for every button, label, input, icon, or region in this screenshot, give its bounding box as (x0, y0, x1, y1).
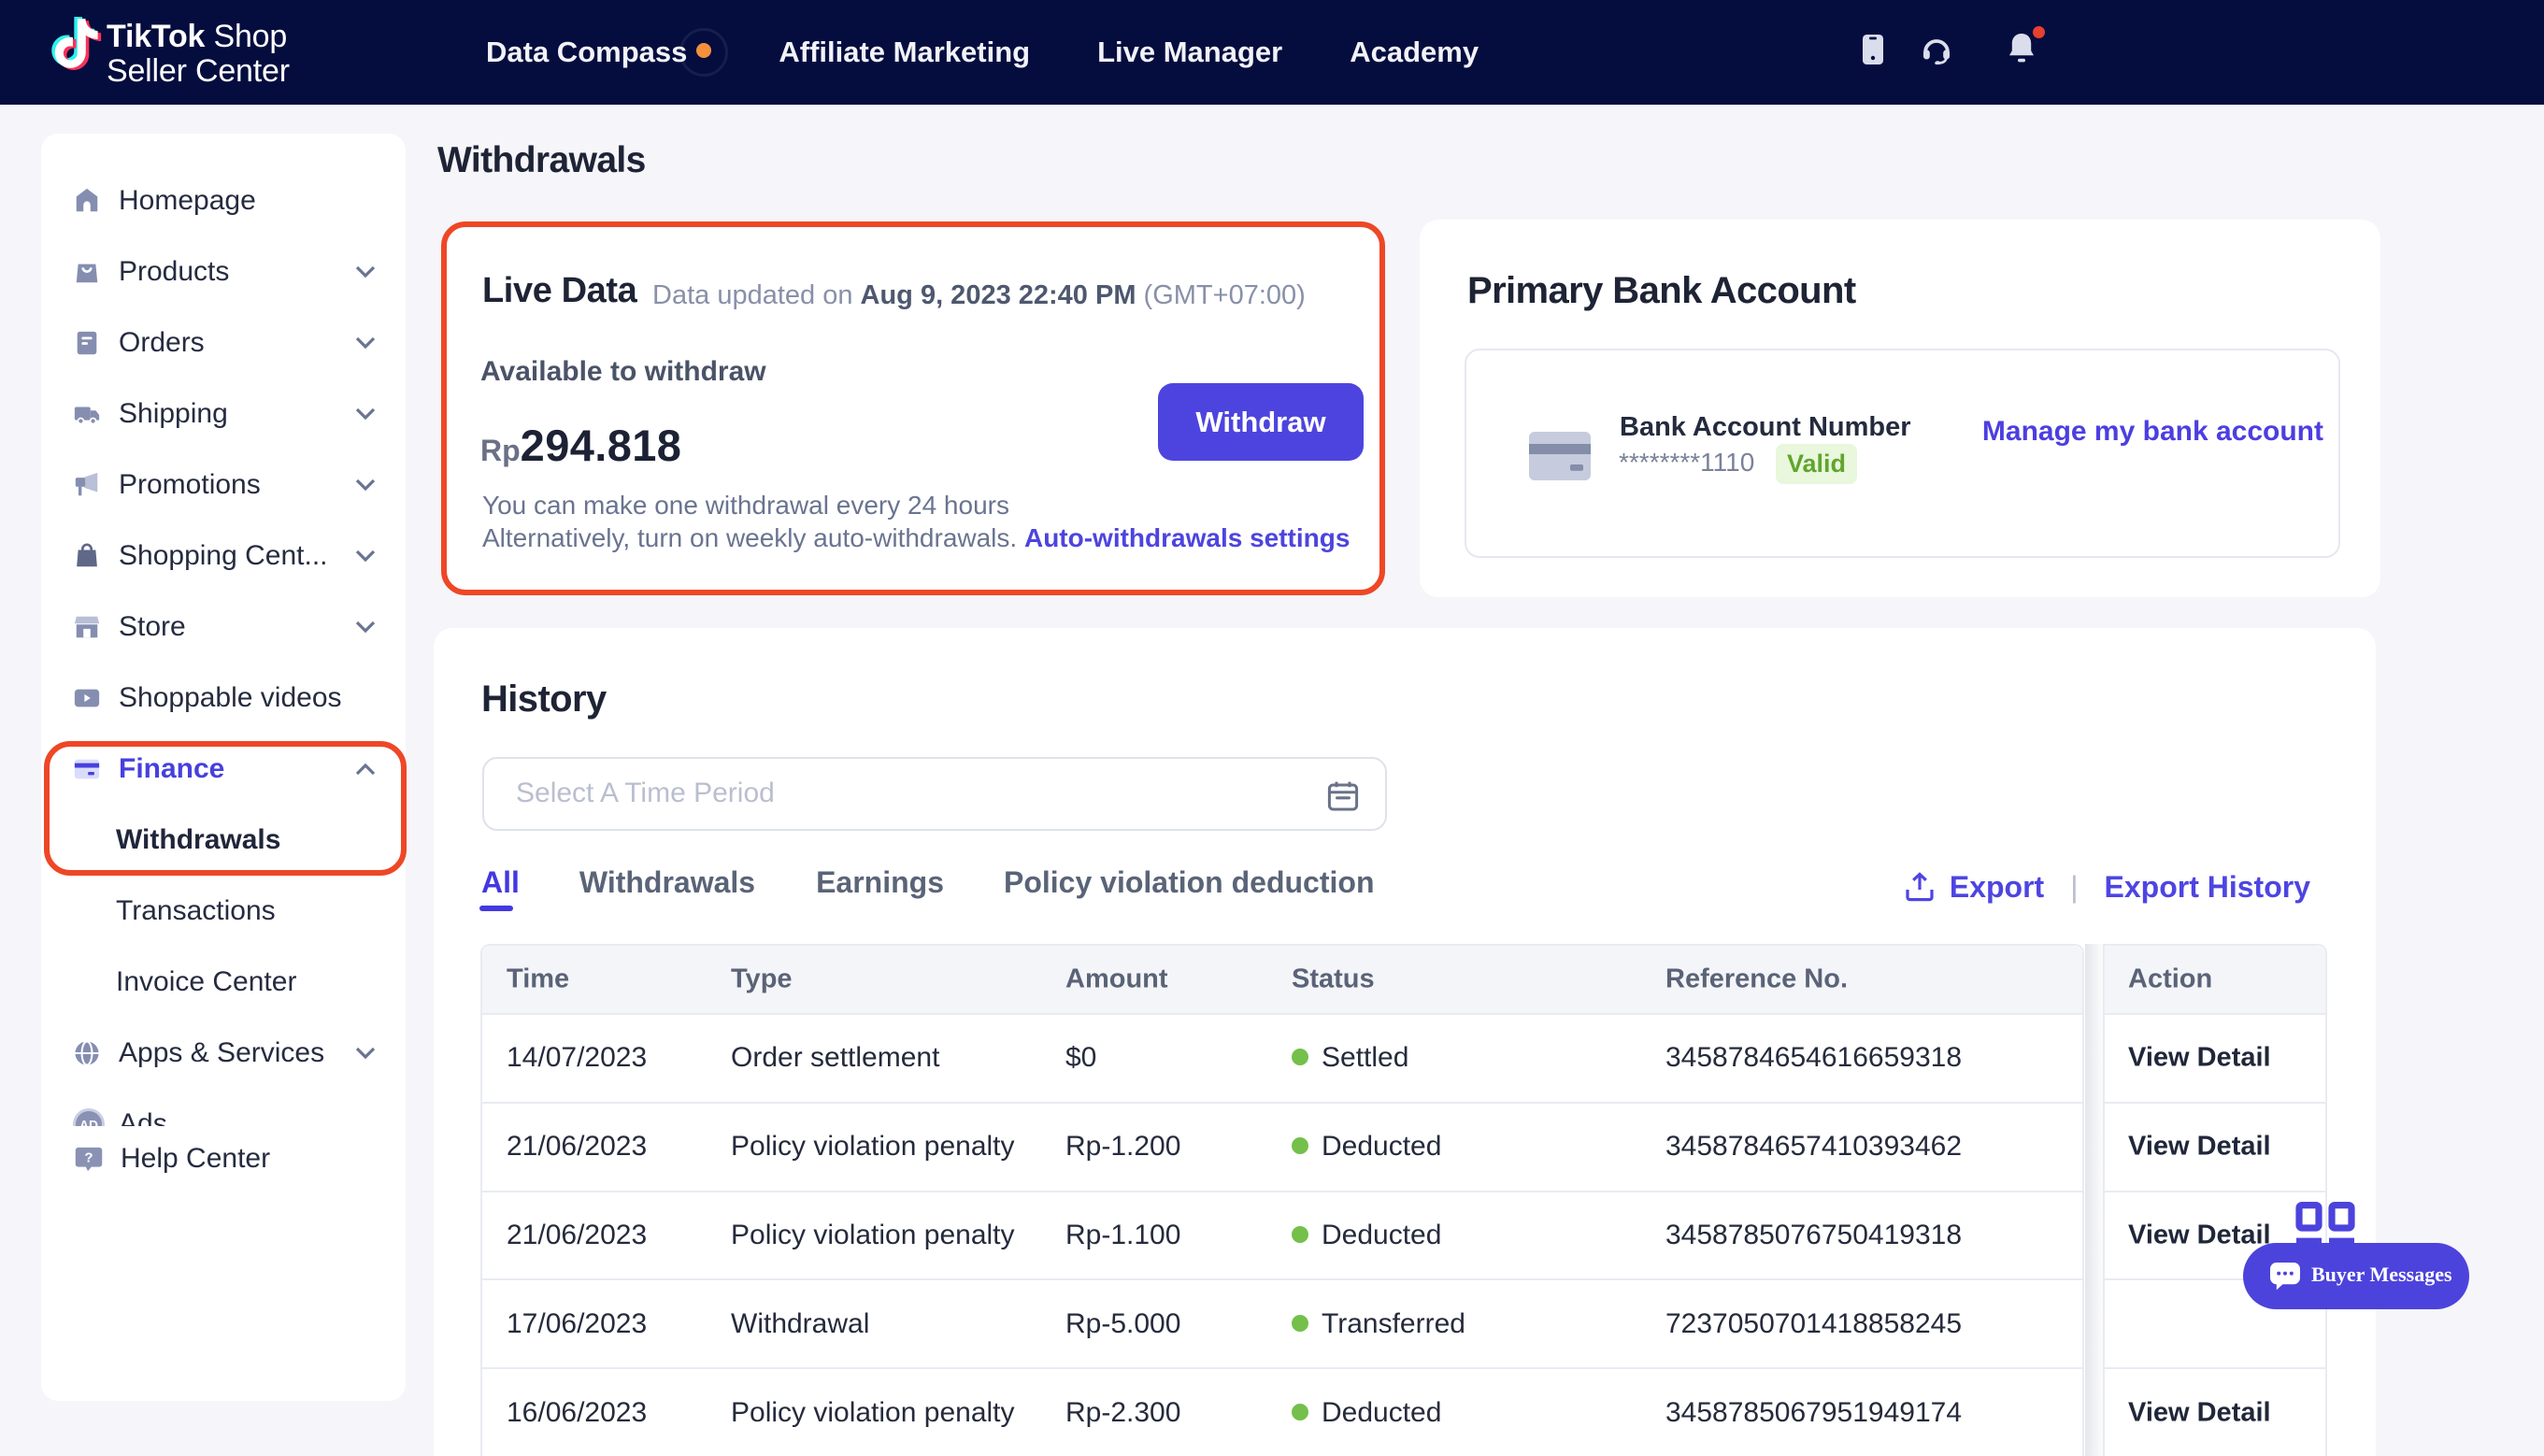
svg-text:?: ? (84, 1149, 93, 1165)
